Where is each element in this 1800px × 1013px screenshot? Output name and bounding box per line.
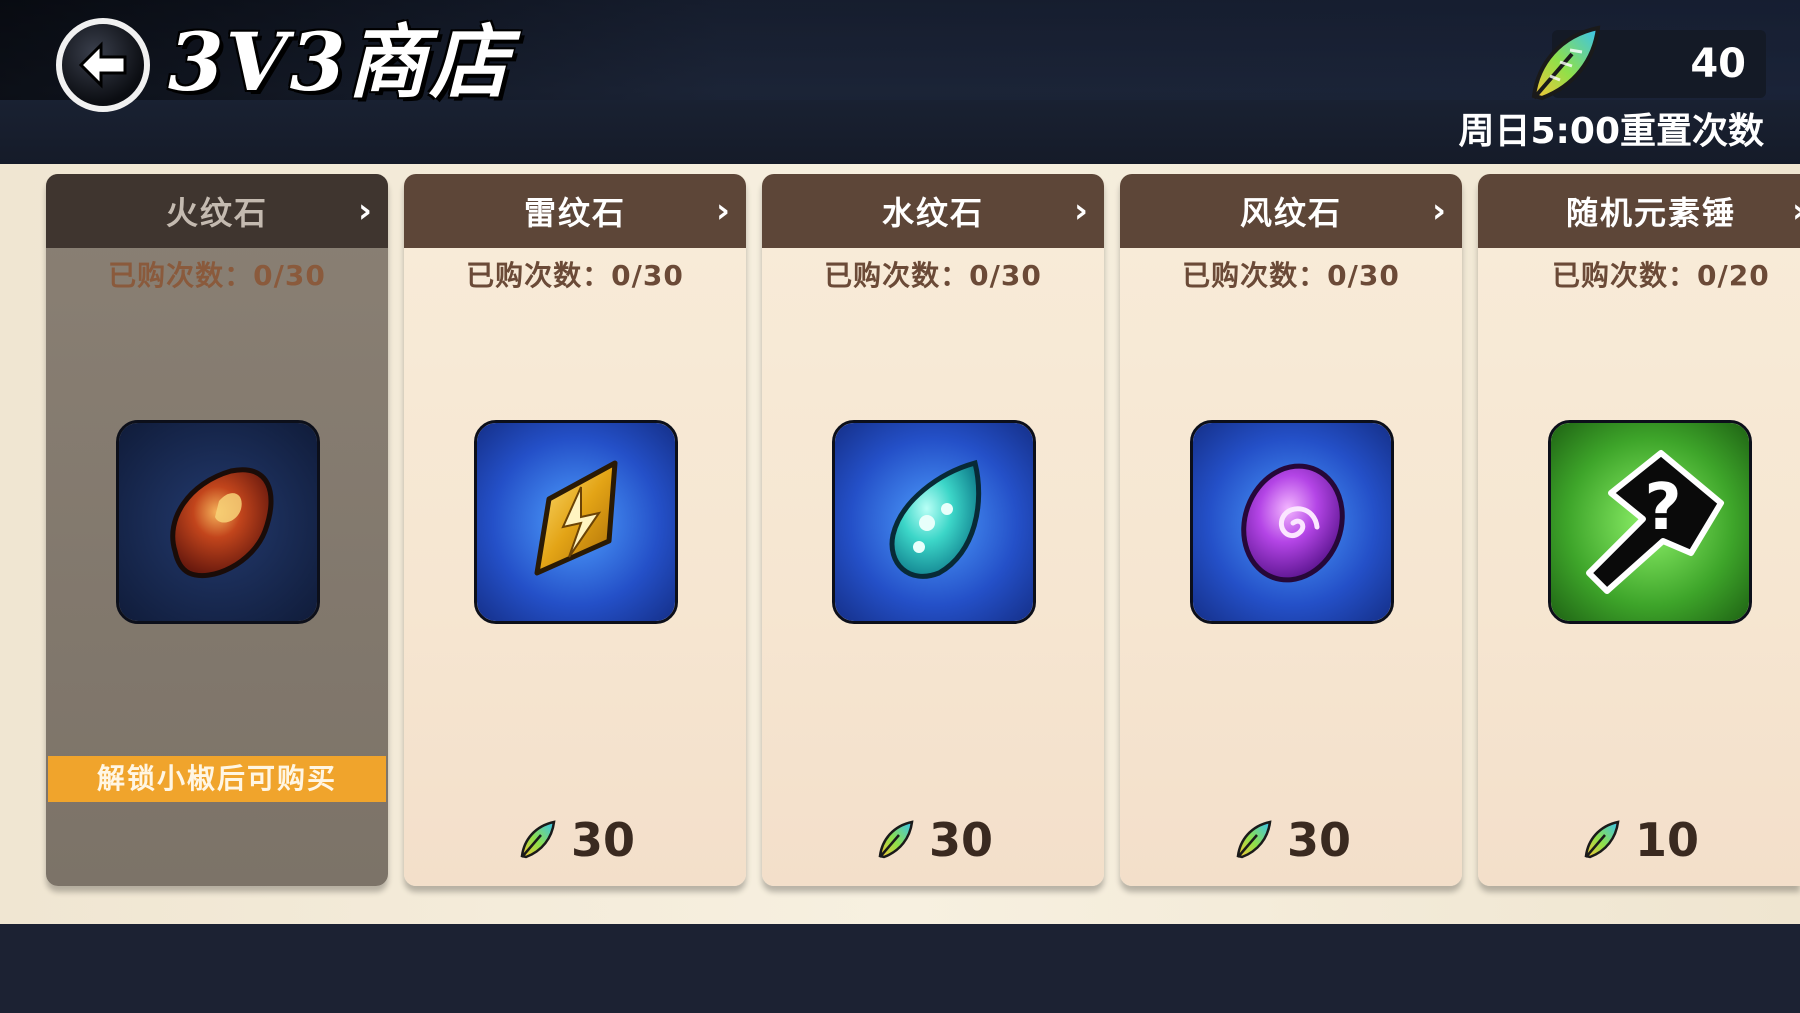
shop-item-card-random-hammer[interactable]: 随机元素锤 › 已购次数：0/20 ? 10	[1478, 174, 1800, 886]
feather-currency-icon	[520, 820, 556, 859]
feather-currency-icon	[1236, 820, 1272, 859]
item-name: 火纹石	[165, 194, 268, 232]
item-name: 雷纹石	[523, 194, 626, 232]
shop-item-card-thunder-stone[interactable]: 雷纹石 › 已购次数：0/30 30	[404, 174, 746, 886]
price-tag[interactable]: 30	[1120, 810, 1462, 870]
price-tag[interactable]: 30	[404, 810, 746, 870]
page-title: 3V3商店	[168, 15, 512, 109]
feather-currency-icon	[1584, 820, 1620, 859]
reset-note: 周日5:00重置次数	[1458, 111, 1764, 152]
price-value: 30	[570, 813, 635, 867]
back-button[interactable]	[56, 18, 150, 112]
item-name: 水纹石	[881, 194, 984, 232]
chevron-right-icon: ›	[357, 191, 372, 231]
price-tag[interactable]: 30	[762, 810, 1104, 870]
chevron-right-icon: ›	[715, 191, 730, 231]
card-header: 火纹石 ›	[46, 174, 388, 248]
purchase-count: 已购次数：0/30	[1182, 259, 1400, 292]
bottom-bar	[0, 924, 1800, 1013]
item-name: 随机元素锤	[1566, 194, 1737, 232]
purchase-count: 已购次数：0/30	[108, 259, 326, 292]
price-tag[interactable]: 10	[1478, 810, 1800, 870]
purchase-count: 已购次数：0/20	[1552, 259, 1770, 292]
chevron-right-icon: ›	[1073, 191, 1088, 231]
back-arrow-icon	[78, 41, 127, 89]
svg-text:?: ?	[1644, 471, 1681, 545]
unlock-requirement-banner: 解锁小椒后可购买	[48, 756, 386, 802]
price-value: 30	[928, 813, 993, 867]
fire-stone-icon	[116, 420, 320, 624]
chevron-right-icon: ›	[1431, 191, 1446, 231]
item-name: 风纹石	[1239, 194, 1342, 232]
wind-stone-icon	[1190, 420, 1394, 624]
price-value: 30	[1286, 813, 1351, 867]
shop-item-card-fire-stone[interactable]: 火纹石 › 已购次数：0/30 解锁小椒后可购买	[46, 174, 388, 886]
card-header: 随机元素锤 ›	[1478, 174, 1800, 248]
price-value: 10	[1634, 813, 1699, 867]
water-stone-icon	[832, 420, 1036, 624]
card-header: 风纹石 ›	[1120, 174, 1462, 248]
shop-item-card-water-stone[interactable]: 水纹石 › 已购次数：0/30 30	[762, 174, 1104, 886]
feather-currency-icon	[1531, 25, 1601, 101]
card-header: 雷纹石 ›	[404, 174, 746, 248]
thunder-stone-icon	[474, 420, 678, 624]
feather-currency-icon	[878, 820, 914, 859]
shop-item-card-wind-stone[interactable]: 风纹石 › 已购次数：0/30 30	[1120, 174, 1462, 886]
purchase-count: 已购次数：0/30	[824, 259, 1042, 292]
random-element-hammer-icon: ?	[1548, 420, 1752, 624]
purchase-count: 已购次数：0/30	[466, 259, 684, 292]
card-header: 水纹石 ›	[762, 174, 1104, 248]
currency-amount: 40	[1690, 41, 1746, 87]
chevron-right-icon: ›	[1792, 174, 1800, 248]
